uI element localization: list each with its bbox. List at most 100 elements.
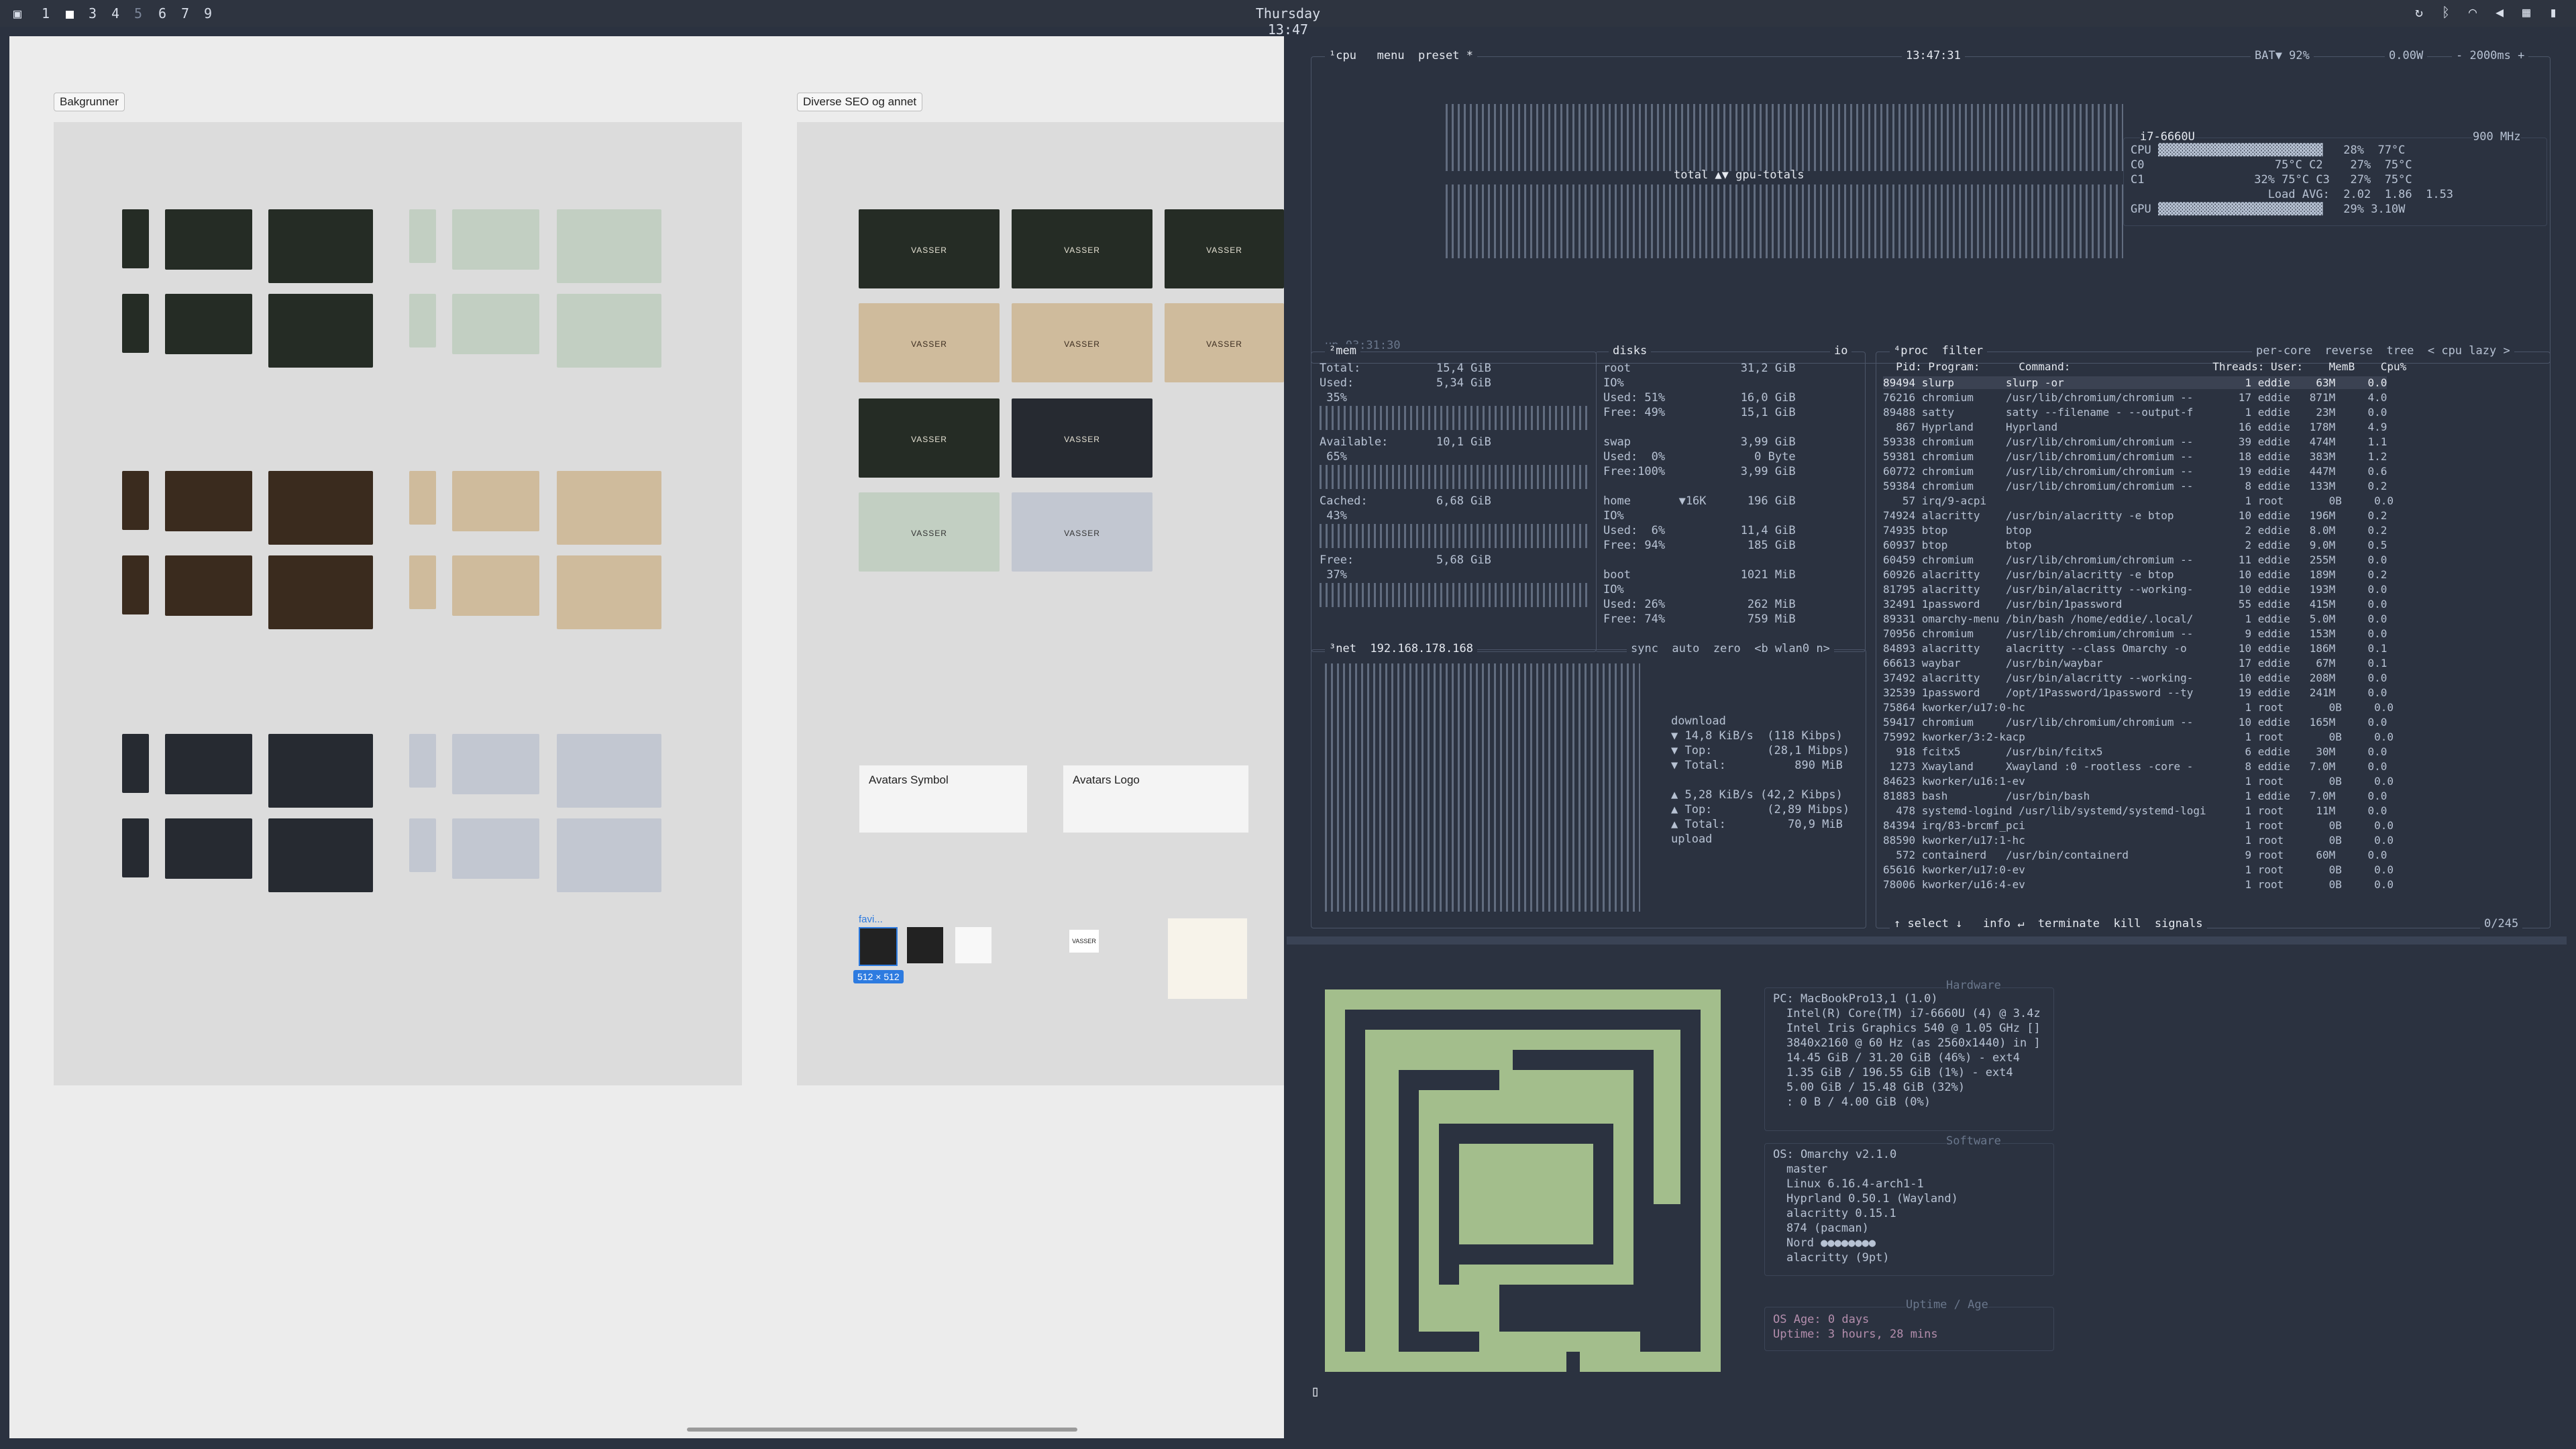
process-row[interactable]: 59384 chromium /usr/lib/chromium/chromiu… — [1883, 480, 2387, 492]
bg-card[interactable] — [122, 471, 149, 530]
process-row[interactable]: 84893 alacritty alacritty --class Omarch… — [1883, 642, 2387, 655]
workspace-3[interactable]: 3 — [89, 5, 97, 21]
process-row[interactable]: 32491 1password /usr/bin/1password 55 ed… — [1883, 598, 2387, 610]
bg-card[interactable] — [557, 294, 661, 368]
bg-card[interactable] — [268, 734, 373, 808]
proc-columns[interactable]: Pid: Program: Command: Threads: User: Me… — [1883, 360, 2406, 373]
bg-card[interactable] — [557, 471, 661, 545]
wifi-icon[interactable]: ◠ — [2469, 4, 2477, 20]
bg-card[interactable] — [122, 555, 149, 614]
process-row[interactable]: 60772 chromium /usr/lib/chromium/chromiu… — [1883, 465, 2387, 478]
workspace-1[interactable]: 1 — [42, 5, 50, 21]
process-row[interactable]: 32539 1password /opt/1Password/1password… — [1883, 686, 2387, 699]
frame-diverse-seo[interactable]: VASSER VASSER VASSER VASSER VASSER VASSE… — [797, 122, 1284, 1085]
workspace-4[interactable]: 4 — [111, 5, 119, 21]
bg-card[interactable] — [409, 555, 436, 609]
frame-label-bakgrunner[interactable]: Bakgrunner — [54, 93, 125, 111]
bg-card[interactable] — [452, 471, 539, 531]
bg-card[interactable] — [165, 818, 252, 879]
io-toggle[interactable]: io — [1830, 344, 1852, 358]
bg-card[interactable] — [452, 734, 539, 794]
bg-card[interactable] — [409, 209, 436, 263]
process-row[interactable]: 867 Hyprland Hyprland 16 eddie 178M 4.9 — [1883, 421, 2387, 433]
net-controls[interactable]: sync auto zero <b wlan0 n> — [1627, 642, 1834, 655]
seo-card[interactable]: VASSER — [859, 398, 1000, 478]
bg-card[interactable] — [122, 818, 149, 877]
process-row[interactable]: 60937 btop btop 2 eddie 9.0M 0.5 — [1883, 539, 2387, 551]
bg-card[interactable] — [165, 294, 252, 354]
terminal-cursor[interactable]: ▯ — [1311, 1383, 1320, 1400]
process-row[interactable]: 1273 Xwayland Xwayland :0 -rootless -cor… — [1883, 760, 2387, 773]
bg-card[interactable] — [557, 734, 661, 808]
bluetooth-icon[interactable]: ᛒ — [2442, 4, 2450, 20]
update-icon[interactable]: ↻ — [2415, 4, 2423, 20]
favicon-light[interactable] — [955, 927, 991, 963]
process-row[interactable]: 75992 kworker/3:2-kacp 1 root 0B 0.0 — [1883, 731, 2394, 743]
process-row[interactable]: 57 irq/9-acpi 1 root 0B 0.0 — [1883, 494, 2394, 507]
process-row[interactable]: 478 systemd-logind /usr/lib/systemd/syst… — [1883, 804, 2387, 817]
volume-icon[interactable]: ◀ — [2496, 4, 2504, 20]
process-row[interactable]: 37492 alacritty /usr/bin/alacritty --wor… — [1883, 672, 2387, 684]
process-row[interactable]: 81795 alacritty /usr/bin/alacritty --wor… — [1883, 583, 2387, 596]
process-row[interactable]: 59338 chromium /usr/lib/chromium/chromiu… — [1883, 435, 2387, 448]
frame-bakgrunner[interactable] — [54, 122, 742, 1085]
process-row[interactable]: 89494 slurp slurp -or 1 eddie 63M 0.0 — [1883, 376, 2387, 389]
bg-card[interactable] — [122, 294, 149, 353]
mem-header[interactable]: ²mem — [1325, 344, 1360, 358]
process-row[interactable]: 84623 kworker/u16:1-ev 1 root 0B 0.0 — [1883, 775, 2394, 788]
seo-card[interactable]: VASSER — [859, 492, 1000, 572]
bg-card[interactable] — [165, 734, 252, 794]
bg-card[interactable] — [268, 818, 373, 892]
process-row[interactable]: 76216 chromium /usr/lib/chromium/chromiu… — [1883, 391, 2387, 404]
omarchy-menu-icon[interactable]: ▣ — [13, 5, 21, 21]
seo-card[interactable]: VASSER — [859, 303, 1000, 382]
seo-card[interactable]: VASSER — [1012, 209, 1152, 288]
bg-card[interactable] — [268, 294, 373, 368]
bg-card[interactable] — [268, 471, 373, 545]
process-row[interactable]: 74924 alacritty /usr/bin/alacritty -e bt… — [1883, 509, 2387, 522]
workspace-5[interactable]: 5 — [134, 5, 142, 21]
workspace-2-active-icon[interactable]: ■ — [66, 5, 74, 21]
process-row[interactable]: 89488 satty satty --filename - --output-… — [1883, 406, 2387, 419]
process-row[interactable]: 66613 waybar /usr/bin/waybar 17 eddie 67… — [1883, 657, 2387, 669]
frame-label-diverse-seo[interactable]: Diverse SEO og annet — [797, 93, 923, 111]
bg-card[interactable] — [409, 734, 436, 788]
process-row[interactable]: 89331 omarchy-menu /bin/bash /home/eddie… — [1883, 612, 2387, 625]
bg-card[interactable] — [452, 294, 539, 354]
bg-card[interactable] — [122, 734, 149, 793]
seo-card[interactable]: VASSER — [1012, 492, 1152, 572]
process-row[interactable]: 918 fcitx5 /usr/bin/fcitx5 6 eddie 30M 0… — [1883, 745, 2387, 758]
process-row[interactable]: 70956 chromium /usr/lib/chromium/chromiu… — [1883, 627, 2387, 640]
bg-card[interactable] — [165, 471, 252, 531]
battery-icon[interactable]: ▮ — [2549, 4, 2557, 20]
vasser-small-logo[interactable]: VASSER — [1069, 930, 1099, 953]
update-interval[interactable]: - 2000ms + — [2452, 49, 2529, 62]
process-row[interactable]: 60459 chromium /usr/lib/chromium/chromiu… — [1883, 553, 2387, 566]
process-row[interactable]: 78006 kworker/u16:4-ev 1 root 0B 0.0 — [1883, 878, 2394, 891]
process-row[interactable]: 81883 bash /usr/bin/bash 1 eddie 7.0M 0.… — [1883, 790, 2387, 802]
workspace-9[interactable]: 9 — [204, 5, 212, 21]
clock[interactable]: Thursday 13:47 — [1241, 5, 1335, 38]
bg-card[interactable] — [557, 209, 661, 283]
process-row[interactable]: 65616 kworker/u17:0-ev 1 root 0B 0.0 — [1883, 863, 2394, 876]
proc-footer[interactable]: ↑ select ↓ info ↵ terminate kill signals — [1890, 917, 2207, 930]
proc-controls[interactable]: per-core reverse tree < cpu lazy > — [2252, 344, 2514, 358]
workspace-7[interactable]: 7 — [181, 5, 189, 21]
cpu-header[interactable]: ¹cpu menu preset * — [1325, 49, 1477, 62]
process-row[interactable]: 75864 kworker/u17:0-hc 1 root 0B 0.0 — [1883, 701, 2394, 714]
bg-card[interactable] — [268, 555, 373, 629]
bg-card[interactable] — [165, 209, 252, 270]
bg-card[interactable] — [165, 555, 252, 616]
bg-card[interactable] — [409, 294, 436, 347]
quote-card[interactable] — [1167, 918, 1248, 1000]
process-row[interactable]: 59381 chromium /usr/lib/chromium/chromiu… — [1883, 450, 2387, 463]
seo-card[interactable]: VASSER — [1165, 209, 1284, 288]
horizontal-scrollbar[interactable] — [687, 1428, 1077, 1432]
bg-card[interactable] — [122, 209, 149, 268]
bg-card[interactable] — [452, 555, 539, 616]
seo-card[interactable]: VASSER — [1012, 303, 1152, 382]
bg-card[interactable] — [409, 471, 436, 525]
process-row[interactable]: 60926 alacritty /usr/bin/alacritty -e bt… — [1883, 568, 2387, 581]
disks-header[interactable]: disks — [1609, 344, 1652, 358]
process-row[interactable]: 88590 kworker/u17:1-hc 1 root 0B 0.0 — [1883, 834, 2394, 847]
